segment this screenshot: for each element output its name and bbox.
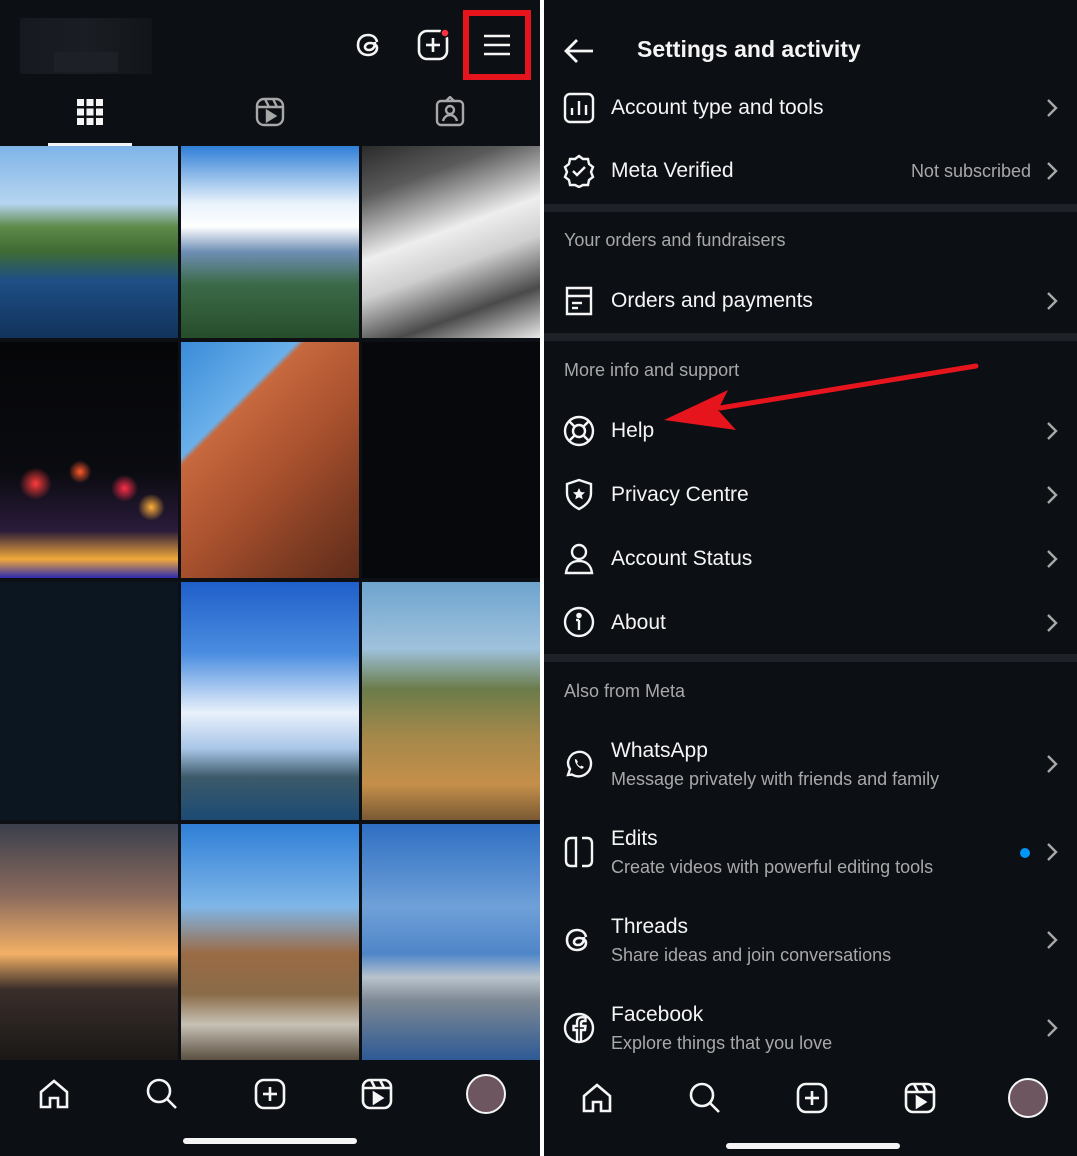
photo-tile[interactable] (181, 146, 359, 338)
settings-item-privacy-centre[interactable]: Privacy Centre (544, 462, 1077, 526)
home-indicator (183, 1138, 357, 1144)
chevron-right-icon (1047, 614, 1058, 632)
page-title: Settings and activity (637, 36, 861, 62)
item-subtitle: Share ideas and join conversations (611, 945, 892, 965)
chevron-right-icon (1047, 292, 1058, 310)
photo-tile[interactable] (181, 824, 359, 1060)
tagged-icon (435, 96, 465, 127)
tab-tagged[interactable] (408, 96, 492, 146)
notification-dot (440, 28, 450, 38)
settings-item-meta-verified[interactable]: Meta Verified Not subscribed (544, 140, 1077, 204)
item-label: Threads (611, 915, 689, 938)
bar-chart-icon (562, 91, 596, 125)
photo-tile[interactable] (0, 342, 178, 578)
chevron-right-icon (1047, 486, 1058, 504)
section-separator (544, 204, 1077, 212)
item-label: Orders and payments (611, 289, 813, 312)
section-separator (544, 654, 1077, 662)
item-label: Help (611, 419, 655, 442)
new-badge-dot (1020, 848, 1030, 858)
bottom-nav (544, 1066, 1077, 1156)
tab-reels[interactable] (228, 96, 312, 146)
item-label: Account Status (611, 547, 753, 570)
whatsapp-icon (562, 747, 596, 781)
section-title: Your orders and fundraisers (564, 230, 786, 250)
verified-badge-icon (562, 154, 596, 189)
item-label: Meta Verified (611, 159, 734, 182)
create-icon[interactable] (416, 28, 450, 62)
chevron-right-icon (1047, 755, 1058, 773)
section-title: Also from Meta (564, 681, 686, 701)
item-subtitle: Explore things that you love (611, 1033, 833, 1053)
tab-grid[interactable] (48, 96, 132, 146)
receipt-icon (562, 284, 596, 318)
info-icon (562, 605, 596, 639)
shield-icon (562, 477, 596, 511)
lifebuoy-icon (562, 414, 596, 448)
chevron-right-icon (1047, 550, 1058, 568)
item-label: Facebook (611, 1003, 704, 1026)
item-label: Edits (611, 827, 658, 850)
facebook-icon (562, 1011, 596, 1045)
photo-tile[interactable] (362, 146, 540, 338)
item-label: WhatsApp (611, 739, 708, 762)
settings-item-account-status[interactable]: Account Status (544, 526, 1077, 590)
search-icon[interactable] (144, 1076, 180, 1112)
settings-item-account-type[interactable]: Account type and tools (544, 76, 1077, 140)
chevron-right-icon (1047, 931, 1058, 949)
item-label: Account type and tools (611, 96, 824, 119)
section-separator (544, 333, 1077, 341)
settings-screen: Settings and activity Account type and t… (544, 0, 1077, 1156)
profile-screen (0, 0, 540, 1156)
reels-icon[interactable] (902, 1080, 938, 1116)
menu-highlight-box (463, 10, 531, 80)
item-subtitle: Create videos with powerful editing tool… (611, 857, 934, 877)
create-icon[interactable] (794, 1080, 830, 1116)
bottom-nav (0, 1060, 540, 1156)
settings-item-about[interactable]: About (544, 590, 1077, 654)
meta-app-edits[interactable]: Edits Create videos with powerful editin… (544, 808, 1077, 896)
meta-app-threads[interactable]: Threads Share ideas and join conversatio… (544, 896, 1077, 984)
settings-item-orders-payments[interactable]: Orders and payments (544, 268, 1077, 332)
blurred-username (20, 18, 152, 74)
home-indicator (726, 1143, 900, 1149)
chevron-right-icon (1047, 99, 1058, 117)
home-icon[interactable] (579, 1080, 615, 1116)
photo-tile[interactable] (181, 342, 359, 578)
photo-tile[interactable] (362, 824, 540, 1060)
annotation-arrow (664, 363, 979, 430)
meta-app-facebook[interactable]: Facebook Explore things that you love (544, 984, 1077, 1066)
subscription-status: Not subscribed (910, 161, 1031, 181)
photo-grid (0, 146, 540, 1060)
photo-tile[interactable] (0, 146, 178, 338)
item-label: Privacy Centre (611, 483, 749, 506)
profile-avatar[interactable] (1008, 1078, 1048, 1118)
item-label: About (611, 611, 666, 634)
search-icon[interactable] (687, 1080, 723, 1116)
home-icon[interactable] (36, 1076, 72, 1112)
create-icon[interactable] (252, 1076, 288, 1112)
grid-icon (77, 99, 103, 125)
chevron-right-icon (1047, 843, 1058, 861)
photo-tile[interactable] (362, 342, 540, 578)
threads-icon (562, 923, 596, 957)
item-subtitle: Message privately with friends and famil… (611, 769, 940, 789)
threads-icon[interactable] (353, 28, 387, 62)
reels-icon (255, 97, 285, 127)
profile-avatar[interactable] (466, 1074, 506, 1114)
edits-icon (562, 835, 596, 869)
profile-tabs (0, 86, 540, 146)
reels-icon[interactable] (359, 1076, 395, 1112)
meta-app-whatsapp[interactable]: WhatsApp Message privately with friends … (544, 720, 1077, 808)
chevron-right-icon (1047, 162, 1058, 180)
back-arrow-icon[interactable] (562, 34, 596, 68)
chevron-right-icon (1047, 1019, 1058, 1037)
person-icon (562, 541, 596, 575)
photo-tile[interactable] (0, 824, 178, 1060)
photo-tile[interactable] (362, 582, 540, 820)
chevron-right-icon (1047, 422, 1058, 440)
photo-tile[interactable] (0, 582, 178, 820)
photo-tile[interactable] (181, 582, 359, 820)
